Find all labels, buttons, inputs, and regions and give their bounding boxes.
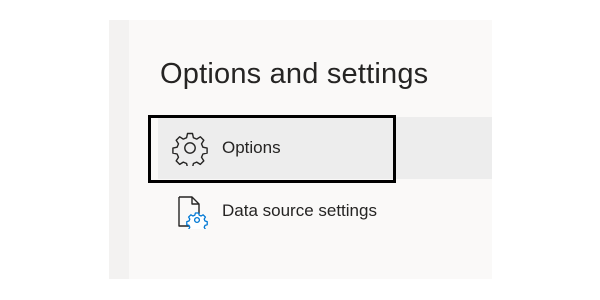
menu-item-data-source-settings[interactable]: Data source settings xyxy=(158,180,492,242)
menu-item-options[interactable]: Options xyxy=(158,117,492,179)
page-title: Options and settings xyxy=(160,58,429,90)
data-source-settings-label: Data source settings xyxy=(222,201,377,220)
options-label: Options xyxy=(222,138,281,157)
data-source-settings-icon xyxy=(172,193,208,235)
gear-icon xyxy=(172,130,208,169)
